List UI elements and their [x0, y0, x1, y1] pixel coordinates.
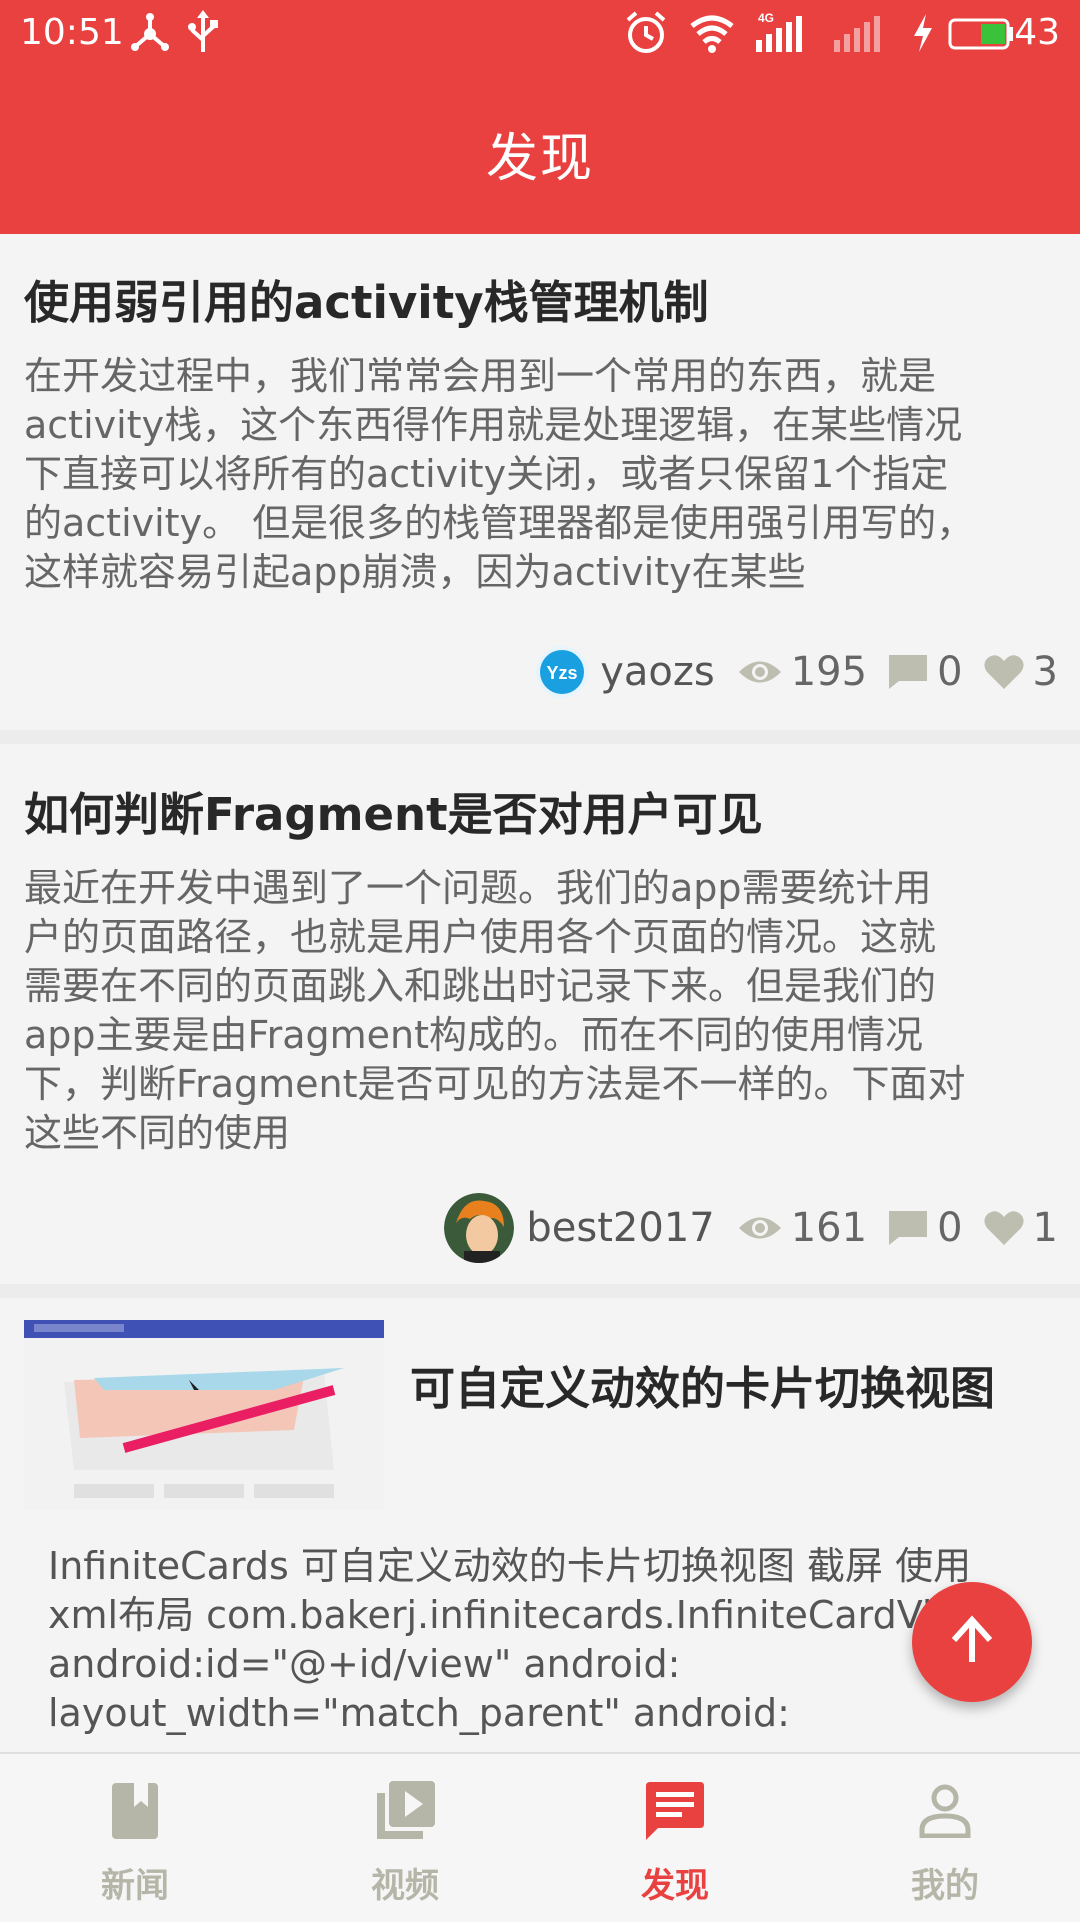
- article-title: 如何判断Fragment是否对用户可见: [24, 788, 763, 841]
- charging-icon: [910, 10, 936, 60]
- views-count: 195: [790, 649, 868, 695]
- app-bar: 发现: [0, 66, 1080, 234]
- article-card[interactable]: 使用弱引用的activity栈管理机制 在开发过程中，我们常常会用到一个常用的东…: [0, 234, 1080, 730]
- views-stat: 161: [737, 1205, 867, 1251]
- tab-video[interactable]: 视频: [270, 1754, 540, 1922]
- battery-icon: [946, 10, 1016, 60]
- article-meta: Yzs yaozs 195 0 3: [536, 642, 1058, 702]
- tab-discover[interactable]: 发现: [540, 1754, 810, 1922]
- article-card[interactable]: 可自定义动效的卡片切换视图 InfiniteCards 可自定义动效的卡片切换视…: [0, 1298, 1080, 1750]
- article-summary: 在开发过程中，我们常常会用到一个常用的东西，就是 activity栈，这个东西得…: [24, 354, 975, 594]
- divider: [0, 1284, 1080, 1298]
- author-name[interactable]: yaozs: [600, 649, 715, 695]
- avatar[interactable]: [444, 1193, 515, 1263]
- tab-label: 视频: [371, 1866, 439, 1906]
- avatar[interactable]: Yzs: [536, 646, 589, 698]
- article-summary: InfiniteCards 可自定义动效的卡片切换视图 截屏 使用 xml布局 …: [48, 1544, 987, 1735]
- book-icon: [110, 1776, 160, 1846]
- share-icon: [130, 10, 170, 58]
- chat-icon: [644, 1776, 706, 1846]
- article-title: 可自定义动效的卡片切换视图: [410, 1362, 996, 1415]
- tab-label: 发现: [641, 1866, 709, 1906]
- comment-icon: [887, 653, 929, 691]
- likes-stat: 3: [983, 649, 1058, 695]
- comment-icon: [887, 1209, 929, 1247]
- svg-text:Yzs: Yzs: [547, 663, 578, 683]
- scroll-to-top-button[interactable]: [912, 1582, 1032, 1702]
- tab-mine[interactable]: 我的: [810, 1754, 1080, 1922]
- tab-label: 新闻: [101, 1866, 169, 1906]
- tab-label: 我的: [911, 1866, 979, 1906]
- svg-text:4G: 4G: [758, 11, 774, 25]
- article-summary: 最近在开发中遇到了一个问题。我们的app需要统计用 户的页面路径，也就是用户使用…: [24, 866, 966, 1155]
- heart-icon[interactable]: [983, 1209, 1025, 1247]
- usb-icon: [186, 10, 220, 60]
- article-thumbnail: [24, 1320, 384, 1510]
- comments-stat: 0: [887, 1205, 963, 1251]
- bottom-navigation: 新闻 视频 发现 我的: [0, 1752, 1080, 1922]
- status-time: 10:51: [20, 12, 124, 53]
- likes-count: 3: [1032, 649, 1058, 695]
- heart-icon[interactable]: [983, 653, 1025, 691]
- comments-count: 0: [937, 1205, 963, 1251]
- divider: [0, 730, 1080, 744]
- page-title: 发现: [485, 129, 594, 189]
- tab-news[interactable]: 新闻: [0, 1754, 270, 1922]
- signal-empty-icon: [832, 10, 888, 60]
- article-meta: best2017 161 0 1: [444, 1193, 1058, 1263]
- eye-icon: [737, 1213, 783, 1243]
- article-feed[interactable]: 使用弱引用的activity栈管理机制 在开发过程中，我们常常会用到一个常用的东…: [0, 234, 1080, 1750]
- article-title: 使用弱引用的activity栈管理机制: [24, 276, 709, 329]
- comments-count: 0: [937, 649, 963, 695]
- wifi-icon: [688, 10, 736, 60]
- alarm-icon: [624, 10, 668, 60]
- author-name[interactable]: best2017: [526, 1205, 714, 1251]
- battery-percent: 43: [1014, 12, 1060, 53]
- comments-stat: 0: [887, 649, 963, 695]
- views-count: 161: [790, 1205, 868, 1251]
- arrow-up-icon: [944, 1612, 1000, 1672]
- signal-icon: 4G: [754, 10, 810, 60]
- likes-stat: 1: [983, 1205, 1058, 1251]
- article-card[interactable]: 如何判断Fragment是否对用户可见 最近在开发中遇到了一个问题。我们的app…: [0, 744, 1080, 1284]
- video-library-icon: [373, 1776, 437, 1846]
- status-bar: 10:51 4G 43: [0, 0, 1080, 66]
- eye-icon: [737, 657, 783, 687]
- person-icon: [918, 1776, 972, 1846]
- likes-count: 1: [1032, 1205, 1058, 1251]
- views-stat: 195: [737, 649, 867, 695]
